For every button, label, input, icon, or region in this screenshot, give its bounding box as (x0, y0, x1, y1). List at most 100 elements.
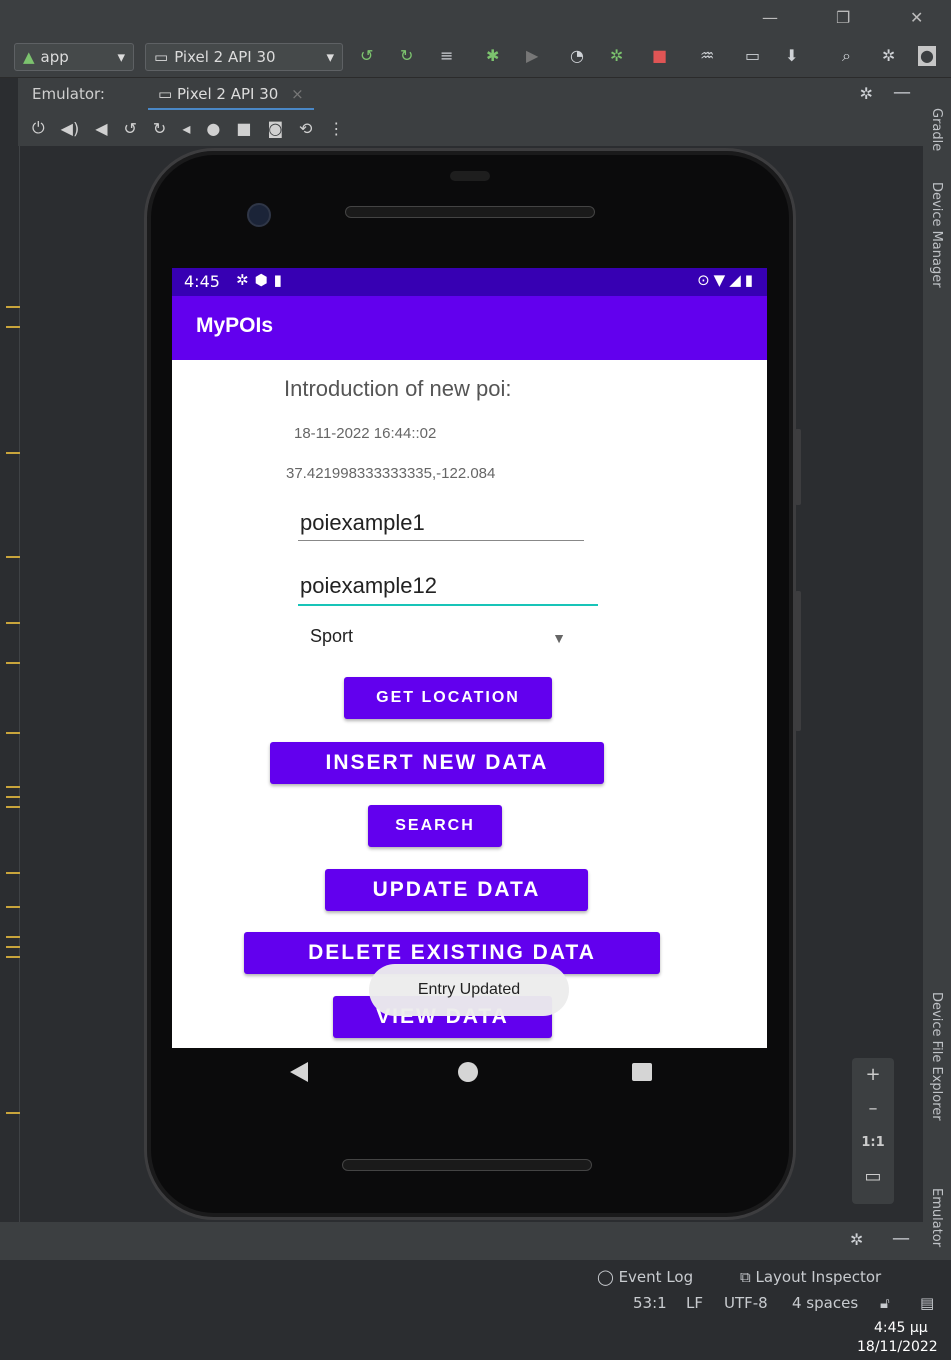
zoom-in-button[interactable]: + (852, 1058, 894, 1092)
status-system-icons: ⊙▼◢▮ (697, 271, 757, 289)
attach-debugger-icon[interactable]: ▶ (526, 46, 538, 65)
device-file-explorer-tool-tab[interactable]: Device File Explorer (929, 992, 944, 1121)
clock-time: 4:45 μμ (874, 1320, 928, 1336)
snapshot-icon[interactable]: ⟲ (299, 119, 312, 138)
gear-icon[interactable]: ✲ (860, 84, 873, 103)
app-bar: MyPOIs (172, 296, 767, 360)
sync-icon[interactable]: ≡ (440, 46, 453, 65)
phone-frame: 4:45 ✲⬢▮ ⊙▼◢▮ MyPOIs Introduction of new… (144, 148, 801, 1220)
intro-heading: Introduction of new poi: (284, 376, 512, 401)
close-icon[interactable]: ✕ (910, 8, 923, 27)
bottom-tool-bar: ✲ — (0, 1222, 923, 1260)
chevron-down-icon: ▼ (552, 630, 566, 646)
search-button[interactable]: Search (368, 805, 502, 847)
volume-down-icon[interactable]: ◀ (95, 119, 107, 138)
line-separator[interactable]: LF (686, 1294, 703, 1312)
volume-up-icon[interactable]: ◀) (61, 119, 80, 138)
poi-description-input[interactable] (298, 568, 598, 606)
emulator-tab-label: Pixel 2 API 30 (176, 85, 279, 103)
debug-icon[interactable]: ✱ (486, 46, 499, 65)
update-data-button[interactable]: Update Data (325, 869, 588, 911)
device-icon: ▭ (158, 85, 173, 103)
layout-inspector-button[interactable]: ⧉ Layout Inspector (740, 1268, 881, 1286)
gear-icon[interactable]: ✲ (882, 46, 895, 65)
editor-gutter-strip (0, 146, 20, 1222)
zoom-panel: + – 1:1 ▭ (852, 1058, 894, 1204)
zoom-out-button[interactable]: – (852, 1092, 894, 1126)
indent-setting[interactable]: 4 spaces (792, 1294, 858, 1312)
emulator-tab-bar: Emulator: ▭ Pixel 2 API 30 × ✲ — (18, 78, 923, 110)
search-icon[interactable]: ⌕ (842, 46, 851, 66)
profile-icon[interactable]: ◔ (570, 46, 584, 65)
android-status-bar: 4:45 ✲⬢▮ ⊙▼◢▮ (172, 268, 767, 296)
event-log-button[interactable]: ◯ Event Log (597, 1268, 693, 1286)
ide-title-bar: — ❐ ✕ (0, 0, 951, 38)
phone-screen: 4:45 ✲⬢▮ ⊙▼◢▮ MyPOIs Introduction of new… (172, 268, 767, 1048)
back-icon[interactable]: ◂ (182, 119, 190, 138)
tab-pixel2-api30[interactable]: ▭ Pixel 2 API 30 × (148, 78, 314, 110)
stop-icon[interactable]: ■ (652, 46, 667, 65)
nav-back-icon[interactable] (290, 1062, 308, 1082)
device-manager-icon[interactable]: ▭ (745, 46, 760, 65)
zoom-actual-size-button[interactable]: 1:1 (852, 1126, 894, 1160)
emulator-label: Emulator: (32, 85, 105, 103)
overview-icon[interactable]: ■ (236, 119, 251, 138)
camera-icon[interactable]: ◙ (267, 119, 283, 138)
device-manager-tool-tab[interactable]: Device Manager (929, 182, 944, 288)
nav-recents-icon[interactable] (632, 1063, 652, 1081)
gradle-sync-icon[interactable]: ♒ (700, 46, 714, 65)
right-tool-strip: Gradle Device Manager Device File Explor… (923, 78, 951, 1260)
category-spinner[interactable]: Sport ▼ (310, 626, 566, 660)
device-icon: ▭ (154, 48, 169, 66)
run-config-dropdown[interactable]: ▲ app ▾ (14, 43, 134, 71)
apply-code-changes-icon[interactable]: ↻ (400, 46, 413, 65)
avatar[interactable]: ● (918, 46, 936, 66)
power-side-button[interactable] (795, 429, 801, 505)
minimize-icon[interactable]: — (762, 8, 778, 27)
run-config-label: app (40, 48, 69, 66)
coordinates-text: 37.421998333333335,-122.084 (286, 465, 496, 482)
gear-icon[interactable]: ✲ (850, 1230, 863, 1249)
volume-side-button[interactable] (795, 591, 801, 731)
power-icon[interactable]: ⏻ (32, 118, 45, 138)
file-encoding[interactable]: UTF-8 (724, 1294, 768, 1312)
device-dropdown[interactable]: ▭ Pixel 2 API 30 ▾ (145, 43, 343, 71)
memory-icon[interactable]: ▤ (920, 1294, 934, 1312)
gradle-tool-tab[interactable]: Gradle (929, 108, 944, 151)
caret-position[interactable]: 53:1 (633, 1294, 667, 1312)
get-location-button[interactable]: Get Location (344, 677, 552, 719)
ide-toolbar: ▲ app ▾ ▭ Pixel 2 API 30 ▾ ↺ ↻ ≡ ✱ ▶ ◔ ✲… (0, 38, 951, 78)
front-camera-icon (247, 203, 271, 227)
rotate-left-icon[interactable]: ↺ (124, 119, 137, 138)
sdk-manager-icon[interactable]: ⬇ (785, 46, 798, 65)
restore-icon[interactable]: ❐ (836, 8, 850, 27)
event-log-label: Event Log (618, 1268, 694, 1286)
home-icon[interactable]: ● (206, 119, 220, 138)
android-nav-bar (172, 1048, 767, 1103)
insert-data-button[interactable]: Insert New Data (270, 742, 604, 784)
device-label: Pixel 2 API 30 (174, 48, 276, 66)
clock-date: 18/11/2022 (857, 1339, 938, 1355)
zoom-fit-icon[interactable]: ▭ (852, 1160, 894, 1194)
phone-notch (450, 171, 490, 181)
speaker-top (345, 206, 595, 218)
datetime-text: 18-11-2022 16:44::02 (294, 425, 437, 442)
chevron-down-icon: ▾ (326, 48, 334, 66)
minimize-icon[interactable]: — (892, 1228, 910, 1249)
category-selected: Sport (310, 626, 354, 646)
speaker-bottom (342, 1159, 592, 1171)
apply-changes-icon[interactable]: ↺ (360, 46, 373, 65)
status-bar: ◯ Event Log ⧉ Layout Inspector 53:1 LF U… (0, 1260, 951, 1360)
minimize-icon[interactable]: — (893, 82, 911, 103)
status-time: 4:45 (184, 272, 220, 291)
rotate-right-icon[interactable]: ↻ (153, 119, 166, 138)
poi-name-input[interactable] (298, 505, 584, 541)
close-icon[interactable]: × (291, 85, 304, 103)
emulator-tool-tab[interactable]: Emulator (929, 1188, 944, 1247)
lock-icon[interactable]: 🔓︎ (880, 1294, 890, 1312)
layout-inspector-icon: ⧉ (740, 1268, 751, 1286)
app-title: MyPOIs (196, 314, 274, 337)
more-icon[interactable]: ⋮ (328, 119, 344, 138)
bug-icon[interactable]: ✲ (610, 46, 623, 65)
nav-home-icon[interactable] (458, 1062, 478, 1082)
